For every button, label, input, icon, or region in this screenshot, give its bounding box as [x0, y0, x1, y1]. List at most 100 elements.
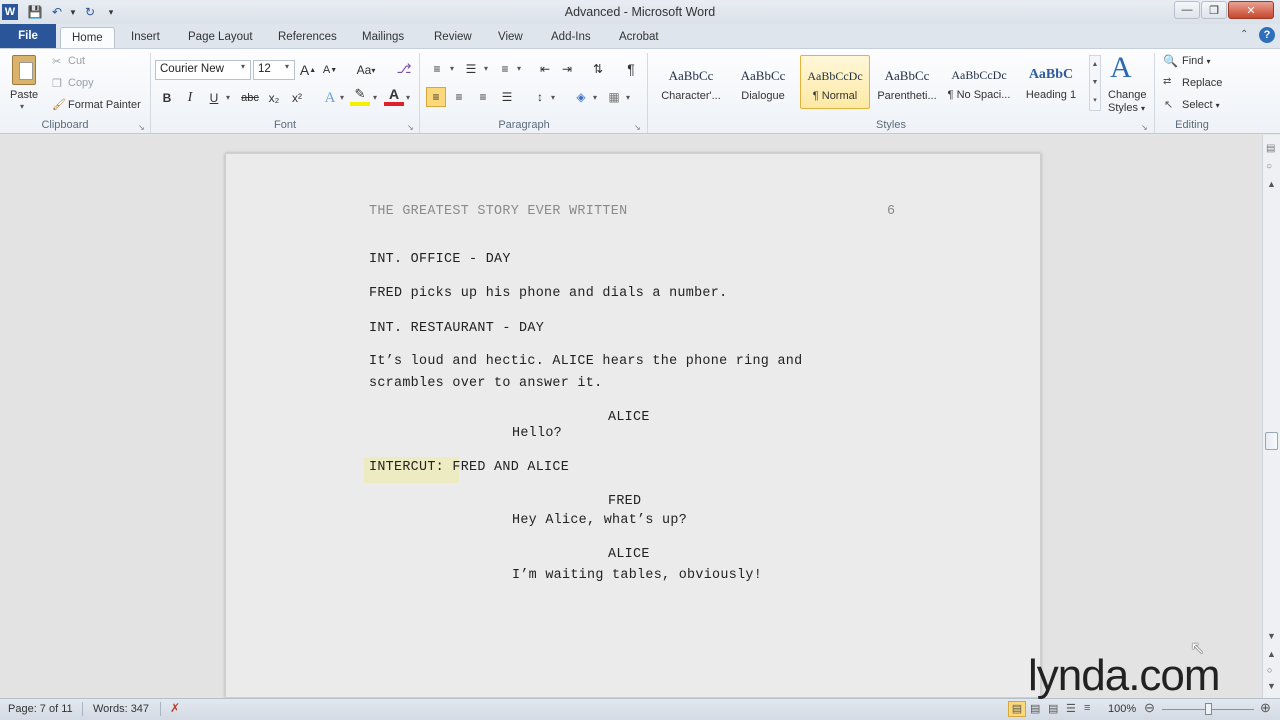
text-effects-dropdown-icon[interactable]: ▾ — [340, 93, 344, 102]
copy-button[interactable]: Copy — [68, 77, 94, 89]
borders-icon[interactable]: ▦ — [604, 87, 624, 107]
draft-view-icon[interactable]: ≡ — [1084, 702, 1090, 714]
shrink-font-icon[interactable]: A ▼ — [320, 60, 340, 80]
font-color-button[interactable]: A — [384, 86, 404, 106]
justify-icon[interactable]: ☰ — [497, 87, 517, 107]
shading-icon[interactable]: ◈ — [571, 87, 591, 107]
underline-button[interactable]: U — [204, 88, 224, 108]
scroll-thumb[interactable] — [1265, 432, 1278, 450]
scene-heading[interactable]: INT. RESTAURANT - DAY — [369, 321, 544, 336]
bullets-dropdown-icon[interactable]: ▾ — [450, 64, 454, 73]
tab-add-ins[interactable]: Add-Ins — [540, 27, 602, 48]
clear-formatting-icon[interactable]: ⎇ — [394, 59, 414, 79]
zoom-out-icon[interactable]: ⊖ — [1144, 700, 1155, 716]
paragraph-launcher-icon[interactable]: ↘ — [634, 123, 641, 132]
clipboard-launcher-icon[interactable]: ↘ — [138, 123, 145, 132]
word-count[interactable]: Words: 347 — [93, 703, 149, 715]
tab-acrobat[interactable]: Acrobat — [608, 27, 670, 48]
align-left-icon[interactable]: ≡ — [426, 87, 446, 107]
strikethrough-button[interactable]: abc — [237, 88, 263, 108]
increase-indent-icon[interactable]: ⇥ — [557, 59, 577, 79]
multilevel-list-icon[interactable]: ≡ — [495, 59, 515, 79]
font-name-dropdown-icon[interactable]: ▾ — [241, 62, 245, 71]
grow-font-icon[interactable]: A ▲ — [298, 60, 318, 80]
scene-heading[interactable]: INT. OFFICE - DAY — [369, 252, 511, 267]
replace-button[interactable]: Replace — [1182, 77, 1222, 89]
tab-mailings[interactable]: Mailings — [351, 27, 415, 48]
style-heading-1[interactable]: AaBbC Heading 1 — [1016, 55, 1086, 109]
intercut-line[interactable]: INTERCUT: FRED AND ALICE — [369, 460, 569, 475]
zoom-level[interactable]: 100% — [1108, 703, 1136, 715]
superscript-button[interactable]: x² — [287, 88, 307, 108]
bullets-icon[interactable]: ≡ — [427, 59, 447, 79]
action-line[interactable]: scrambles over to answer it. — [369, 376, 602, 391]
minimize-ribbon-icon[interactable]: ⌃ — [1240, 29, 1248, 40]
borders-dropdown-icon[interactable]: ▾ — [626, 93, 630, 102]
action-line[interactable]: FRED picks up his phone and dials a numb… — [369, 286, 727, 301]
text-effects-icon[interactable]: A — [320, 88, 340, 108]
print-layout-icon[interactable]: ▤ — [1008, 701, 1026, 717]
vertical-scrollbar[interactable]: ▤ ○ ▲ ▼ ▲ ○ ▼ — [1262, 135, 1280, 698]
multilevel-dropdown-icon[interactable]: ▾ — [517, 64, 521, 73]
line-spacing-dropdown-icon[interactable]: ▾ — [551, 93, 555, 102]
subscript-button[interactable]: x₂ — [264, 88, 284, 108]
zoom-in-icon[interactable]: ⊕ — [1260, 700, 1271, 716]
font-launcher-icon[interactable]: ↘ — [407, 123, 414, 132]
restore-button[interactable]: ❐ — [1201, 1, 1227, 19]
zoom-slider-thumb[interactable] — [1205, 703, 1212, 715]
web-layout-icon[interactable]: ▤ — [1048, 702, 1058, 715]
styles-scroll[interactable]: ▲ ▼ ▾ — [1089, 55, 1101, 111]
paste-button[interactable] — [8, 53, 42, 89]
tab-insert[interactable]: Insert — [120, 27, 171, 48]
help-icon[interactable]: ? — [1259, 27, 1275, 43]
sort-icon[interactable]: ⇅ — [588, 59, 608, 79]
style-dialogue[interactable]: AaBbCc Dialogue — [728, 55, 798, 109]
change-styles-label-2[interactable]: Styles ▾ — [1108, 102, 1145, 114]
paste-label[interactable]: Paste — [10, 89, 38, 101]
minimize-button[interactable]: — — [1174, 1, 1200, 19]
font-color-dropdown-icon[interactable]: ▾ — [406, 93, 410, 102]
change-case-icon[interactable]: Aa ▾ — [353, 60, 379, 80]
dialogue-line[interactable]: Hey Alice, what’s up? — [512, 513, 687, 528]
italic-button[interactable]: I — [180, 88, 200, 108]
shading-dropdown-icon[interactable]: ▾ — [593, 93, 597, 102]
select-button[interactable]: Select ▾ — [1182, 99, 1220, 111]
underline-dropdown-icon[interactable]: ▾ — [226, 93, 230, 102]
style-character[interactable]: AaBbCc Character'... — [656, 55, 726, 109]
character-name[interactable]: ALICE — [608, 547, 650, 562]
paste-dropdown-icon[interactable]: ▾ — [20, 102, 24, 111]
scroll-down-icon[interactable]: ▼ — [1267, 631, 1276, 641]
browse-object-icon[interactable]: ○ — [1267, 665, 1272, 675]
align-center-icon[interactable]: ≡ — [449, 87, 469, 107]
tab-home[interactable]: Home — [60, 27, 115, 48]
view-ruler-icon[interactable]: ▤ — [1266, 143, 1275, 154]
numbering-icon[interactable]: ☰ — [461, 59, 481, 79]
outline-view-icon[interactable]: ☰ — [1066, 702, 1076, 715]
scroll-up-icon[interactable]: ▲ — [1267, 179, 1276, 189]
highlight-dropdown-icon[interactable]: ▾ — [373, 93, 377, 102]
styles-launcher-icon[interactable]: ↘ — [1141, 123, 1148, 132]
scroll-pan-icon[interactable]: ○ — [1266, 161, 1272, 172]
show-formatting-button[interactable]: ¶ — [621, 59, 641, 79]
page-count[interactable]: Page: 7 of 11 — [8, 703, 73, 715]
decrease-indent-icon[interactable]: ⇤ — [535, 59, 555, 79]
bold-button[interactable]: B — [157, 88, 177, 108]
format-painter-button[interactable]: Format Painter — [68, 99, 141, 111]
tab-view[interactable]: View — [487, 27, 534, 48]
font-size-dropdown-icon[interactable]: ▾ — [285, 62, 289, 71]
tab-page-layout[interactable]: Page Layout — [177, 27, 264, 48]
style-parenthetical[interactable]: AaBbCc Parentheti... — [872, 55, 942, 109]
change-styles-label[interactable]: Change — [1108, 89, 1147, 101]
dialogue-line[interactable]: Hello? — [512, 426, 562, 441]
previous-page-icon[interactable]: ▲ — [1267, 649, 1276, 659]
find-button[interactable]: Find ▾ — [1182, 55, 1210, 67]
font-name-combo[interactable]: Courier New — [155, 60, 251, 80]
close-button[interactable]: ✕ — [1228, 1, 1274, 19]
file-tab[interactable]: File — [0, 24, 56, 48]
line-spacing-icon[interactable]: ↕ — [530, 87, 550, 107]
character-name[interactable]: ALICE — [608, 410, 650, 425]
dialogue-line[interactable]: I’m waiting tables, obviously! — [512, 568, 762, 583]
align-right-icon[interactable]: ≡ — [473, 87, 493, 107]
tab-review[interactable]: Review — [423, 27, 483, 48]
tab-references[interactable]: References — [267, 27, 348, 48]
